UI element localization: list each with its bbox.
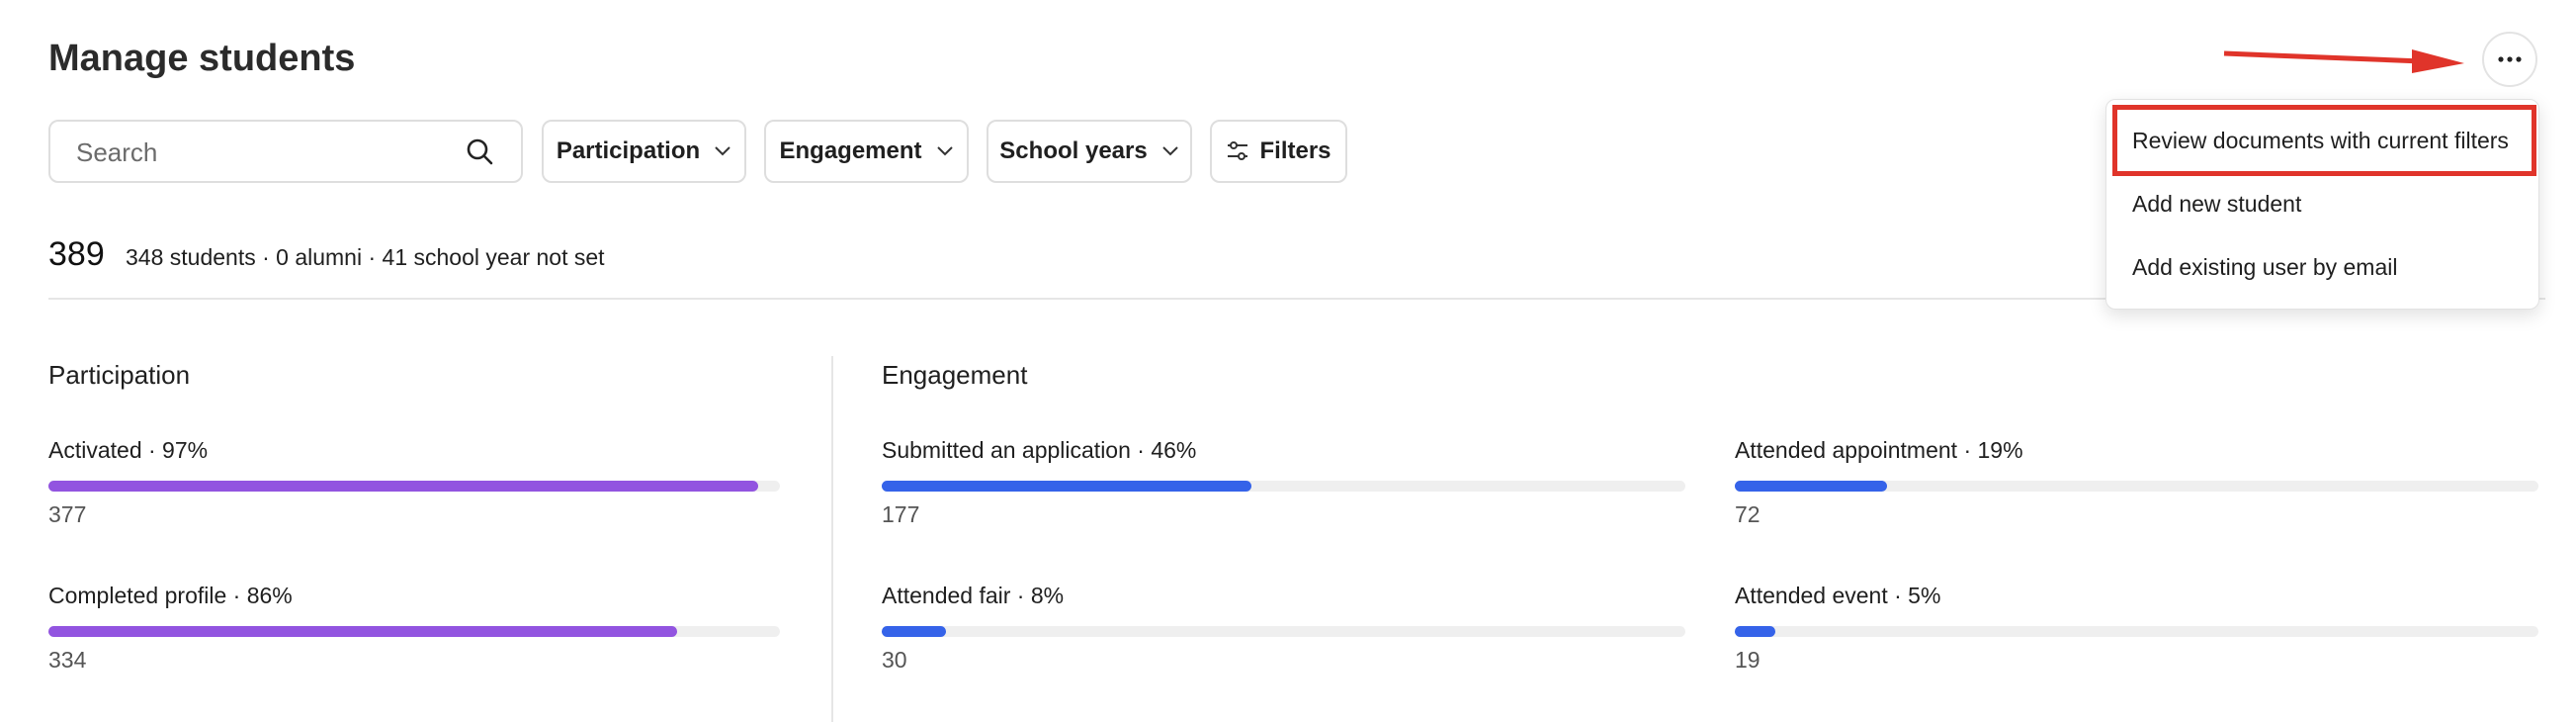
chevron-down-icon xyxy=(715,146,730,156)
stat-completed-profile-count: 334 xyxy=(48,647,87,673)
chevron-down-icon xyxy=(936,146,953,156)
engagement-filter-label: Engagement xyxy=(779,137,922,164)
menu-item-add-existing-user[interactable]: Add existing user by email xyxy=(2132,254,2397,281)
stat-attended-event-label: Attended event · 5% xyxy=(1735,583,1941,608)
page-title: Manage students xyxy=(48,38,356,79)
search-input[interactable] xyxy=(74,122,473,183)
stat-completed-profile-track xyxy=(48,626,780,637)
engagement-filter-dropdown[interactable]: Engagement xyxy=(764,120,969,183)
stat-activated-track xyxy=(48,481,780,492)
stat-attended-fair-label: Attended fair · 8% xyxy=(882,583,1065,608)
stat-activated-label: Activated · 97% xyxy=(48,437,209,463)
annotation-arrow xyxy=(2223,49,2464,73)
participation-filter-dropdown[interactable]: Participation xyxy=(542,120,746,183)
school-years-filter-label: School years xyxy=(999,137,1148,164)
school-years-filter-dropdown[interactable]: School years xyxy=(987,120,1192,183)
filters-button[interactable]: Filters xyxy=(1210,120,1347,183)
participation-filter-label: Participation xyxy=(556,137,701,164)
stat-attended-fair-track xyxy=(882,626,1685,637)
stat-submitted-application-track xyxy=(882,481,1685,492)
sliders-icon xyxy=(1228,141,1248,160)
more-horizontal-icon xyxy=(2498,56,2522,62)
search-icon[interactable] xyxy=(466,137,493,165)
stat-attended-appointment-label: Attended appointment · 19% xyxy=(1735,437,2023,463)
annotation-highlight-box xyxy=(2112,105,2536,176)
stat-completed-profile-label: Completed profile · 86% xyxy=(48,583,293,608)
stat-submitted-application-label: Submitted an application · 46% xyxy=(882,437,1197,463)
chevron-down-icon xyxy=(1161,146,1178,156)
stat-attended-appointment-track xyxy=(1735,481,2538,492)
stat-attended-event-count: 19 xyxy=(1735,647,1760,673)
stat-attended-appointment-bar xyxy=(1735,481,1888,492)
stat-attended-fair-bar xyxy=(882,626,947,637)
participation-section-title: Participation xyxy=(48,360,191,390)
stat-submitted-application-count: 177 xyxy=(882,501,920,527)
stat-submitted-application-bar xyxy=(882,481,1251,492)
menu-item-add-new-student[interactable]: Add new student xyxy=(2132,191,2301,218)
stat-attended-event-track xyxy=(1735,626,2538,637)
section-divider xyxy=(831,356,833,722)
stat-completed-profile-bar xyxy=(48,626,678,637)
more-options-button[interactable] xyxy=(2482,32,2537,87)
stat-attended-event-bar xyxy=(1735,626,1775,637)
total-count: 389 xyxy=(48,235,105,273)
stat-attended-fair-count: 30 xyxy=(882,647,907,673)
stat-attended-appointment-count: 72 xyxy=(1735,501,1760,527)
count-breakdown: 348 students · 0 alumni · 41 school year… xyxy=(126,244,605,270)
engagement-section-title: Engagement xyxy=(882,360,1028,390)
stat-activated-bar xyxy=(48,481,758,492)
stat-activated-count: 377 xyxy=(48,501,87,527)
search-box xyxy=(48,120,523,183)
filters-button-label: Filters xyxy=(1259,137,1331,164)
